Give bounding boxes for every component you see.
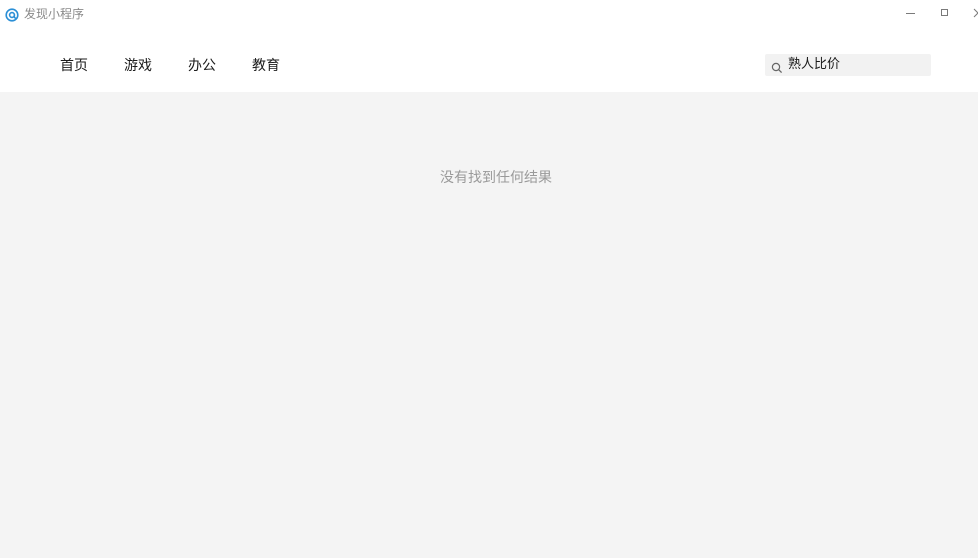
maximize-button[interactable] (930, 0, 960, 24)
search-icon (771, 59, 783, 74)
category-nav: 首页 游戏 办公 教育 (0, 30, 978, 92)
results-area: 没有找到任何结果 (0, 92, 978, 558)
window-title: 发现小程序 (24, 7, 85, 21)
minimize-icon (906, 3, 916, 22)
at-sign-icon (5, 7, 19, 22)
maximize-icon (940, 3, 950, 22)
nav-tab-games[interactable]: 游戏 (124, 57, 152, 75)
minimize-button[interactable] (896, 0, 926, 24)
empty-results-message: 没有找到任何结果 (440, 170, 552, 186)
search-input[interactable] (788, 56, 924, 74)
close-button[interactable] (963, 0, 978, 24)
nav-tab-office[interactable]: 办公 (188, 57, 216, 75)
nav-tab-home[interactable]: 首页 (60, 57, 88, 75)
mini-program-window: 发现小程序 首页 游戏 办公 教育 熟人比价 没有找到任何结果 (0, 0, 978, 558)
close-icon (973, 3, 978, 22)
search-box[interactable] (765, 54, 931, 76)
nav-tab-education[interactable]: 教育 (252, 57, 280, 75)
title-bar[interactable]: 发现小程序 (0, 0, 978, 30)
